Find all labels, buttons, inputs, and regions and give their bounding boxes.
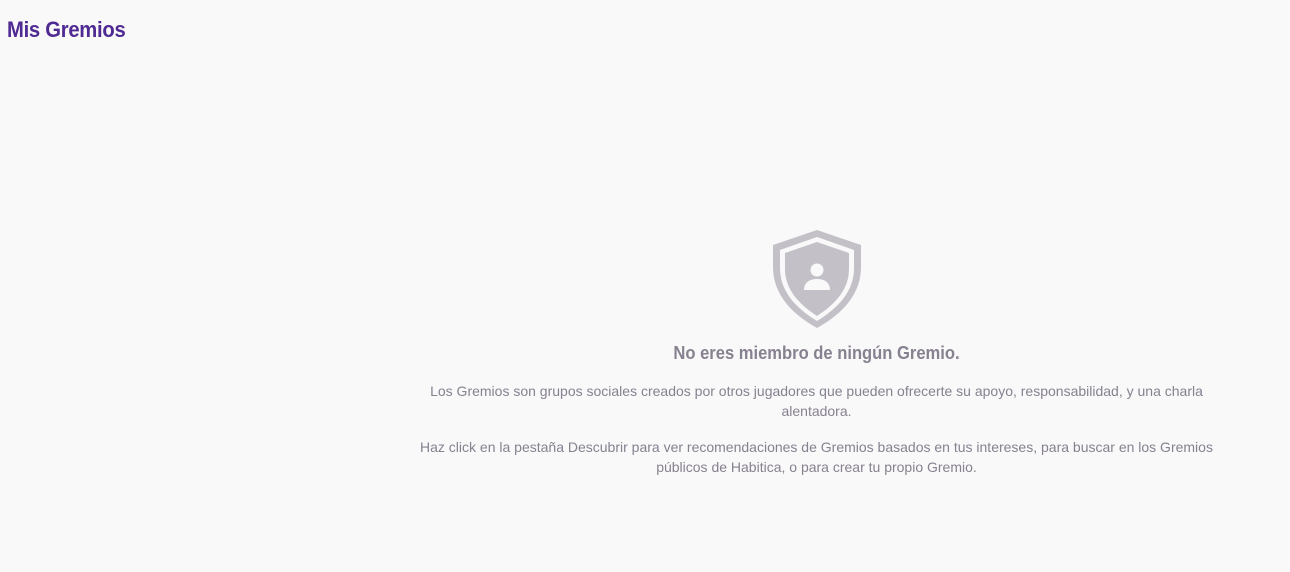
- empty-state-title: No eres miembro de ningún Gremio.: [673, 343, 960, 363]
- empty-state: No eres miembro de ningún Gremio. Los Gr…: [418, 229, 1215, 477]
- empty-state-hint: Haz click en la pestaña Descubrir para v…: [420, 439, 1213, 475]
- shield-user-icon: [772, 230, 861, 328]
- empty-state-description: Los Gremios son grupos sociales creados …: [430, 383, 1203, 419]
- page-title: Mis Gremios: [7, 17, 126, 42]
